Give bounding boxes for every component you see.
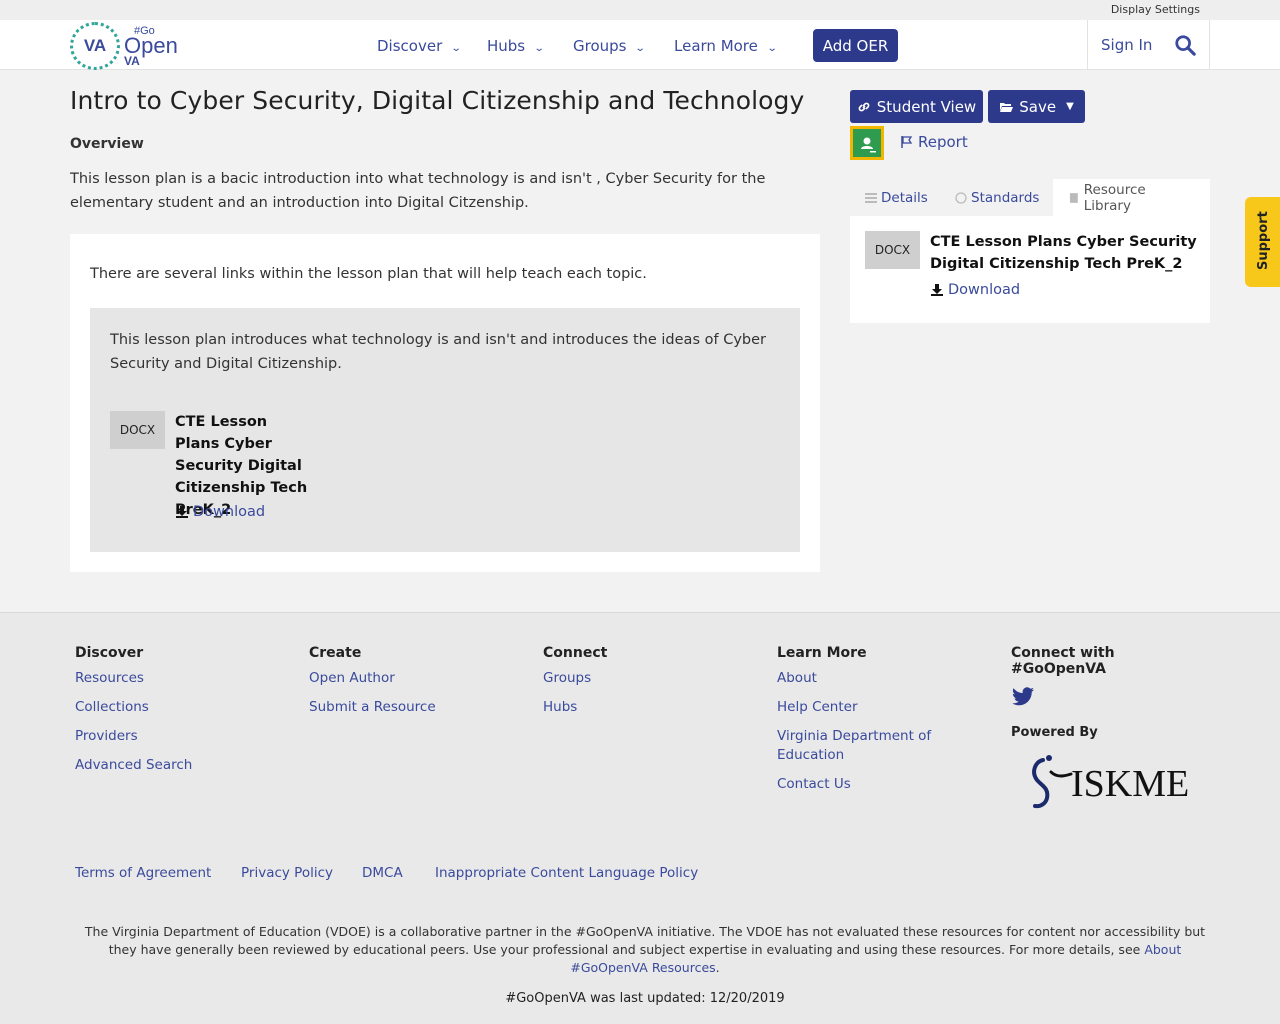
tab-resource-library-label: Resource Library (1083, 181, 1146, 214)
account-area: Sign In (1087, 20, 1210, 70)
footer-heading: Connect (543, 645, 608, 661)
footer-col-connect: Connect Groups Hubs (543, 645, 607, 727)
footer-heading: Create (309, 645, 362, 661)
footer-link-collections[interactable]: Collections (75, 698, 192, 717)
chevron-down-icon: ⌄ (533, 43, 545, 54)
vdoe-disclaimer: The Virginia Department of Education (VD… (80, 923, 1210, 977)
resource-box: This lesson plan introduces what technol… (90, 308, 800, 552)
student-view-label: Student View (876, 97, 977, 116)
footer-link-groups[interactable]: Groups (543, 669, 607, 688)
footer-link-vdoe[interactable]: Virginia Department of Education (777, 727, 947, 765)
nav-discover-label: Discover (377, 37, 443, 55)
logo-wordmark: #Go Open VA (124, 26, 178, 68)
footer-col-learn-more: Learn More About Help Center Virginia De… (777, 645, 947, 804)
list-icon (865, 192, 877, 203)
file-type-badge: DOCX (110, 411, 165, 449)
content-policy-link[interactable]: Inappropriate Content Language Policy (435, 865, 698, 881)
search-icon[interactable] (1174, 34, 1196, 56)
chevron-down-icon: ⌄ (450, 43, 462, 54)
sign-in-link[interactable]: Sign In (1101, 36, 1152, 54)
file-title[interactable]: CTE Lesson Plans Cyber Security Digital … (930, 231, 1200, 275)
lesson-content-card: There are several links within the lesso… (70, 234, 820, 572)
chevron-down-icon: ⌄ (635, 43, 647, 54)
footer-col-social: Connect with #GoOpenVA Powered By ISKME (1011, 645, 1211, 816)
footer-link-providers[interactable]: Providers (75, 727, 192, 746)
iskme-logo[interactable]: ISKME (1025, 752, 1197, 812)
download-link[interactable]: Download (175, 504, 265, 520)
dmca-link[interactable]: DMCA (362, 865, 403, 881)
support-label: Support (1256, 211, 1271, 270)
link-icon (858, 102, 870, 111)
nav-hubs[interactable]: Hubs ⌄ (487, 37, 545, 55)
book-icon (1069, 192, 1078, 203)
nav-groups-label: Groups (573, 37, 627, 55)
tab-details-label: Details (881, 189, 928, 206)
tab-standards[interactable]: Standards (955, 179, 1039, 216)
page-title: Intro to Cyber Security, Digital Citizen… (70, 86, 805, 115)
footer-heading: Discover (75, 645, 144, 661)
report-link[interactable]: Report (900, 133, 968, 151)
nav-discover[interactable]: Discover ⌄ (377, 37, 462, 55)
footer-col-discover: Discover Resources Collections Providers… (75, 645, 192, 785)
footer-link-advanced-search[interactable]: Advanced Search (75, 756, 192, 775)
site-footer: Discover Resources Collections Providers… (0, 612, 1280, 1024)
footer-col-create: Create Open Author Submit a Resource (309, 645, 436, 727)
site-header: VA #Go Open VA Discover ⌄ Hubs ⌄ Groups ⌄ L… (0, 20, 1280, 70)
terms-link[interactable]: Terms of Agreement (75, 865, 211, 881)
support-tab[interactable]: Support (1245, 197, 1280, 287)
top-strip: Display Settings (0, 0, 1280, 20)
folder-open-icon (1000, 102, 1014, 112)
footer-link-open-author[interactable]: Open Author (309, 669, 436, 688)
add-oer-button[interactable]: Add OER (813, 29, 898, 62)
footer-link-resources[interactable]: Resources (75, 669, 192, 688)
download-label: Download (948, 282, 1021, 298)
footer-link-hubs[interactable]: Hubs (543, 698, 607, 717)
footer-link-submit-resource[interactable]: Submit a Resource (309, 698, 436, 717)
nav-learn-more-label: Learn More (674, 37, 758, 55)
file-type-badge: DOCX (865, 231, 920, 269)
caret-down-icon: ▼ (1066, 101, 1074, 112)
tab-resource-library[interactable]: Resource Library (1053, 179, 1210, 216)
save-label: Save (1019, 97, 1057, 116)
resource-description: This lesson plan introduces what technol… (110, 332, 766, 372)
nav-hubs-label: Hubs (487, 37, 526, 55)
download-icon (176, 506, 188, 518)
save-button[interactable]: Save ▼ (988, 90, 1085, 123)
download-link[interactable]: Download (930, 282, 1020, 298)
overview-text: This lesson plan is a bacic introduction… (70, 171, 766, 211)
nav-learn-more[interactable]: Learn More ⌄ (674, 37, 778, 55)
logo-va-badge: VA (70, 22, 120, 70)
overview-label: Overview (70, 136, 144, 152)
resource-tabs: Details Standards Resource Library (850, 179, 1210, 216)
svg-text:ISKME: ISKME (1071, 763, 1189, 805)
tab-standards-label: Standards (971, 189, 1040, 206)
footer-heading: Connect with #GoOpenVA (1011, 645, 1115, 677)
last-updated: #GoOpenVA was last updated: 12/20/2019 (505, 991, 785, 1006)
footer-link-contact-us[interactable]: Contact Us (777, 775, 947, 794)
download-label: Download (193, 504, 266, 520)
twitter-icon[interactable] (1011, 687, 1035, 707)
disclaimer-end: . (715, 960, 720, 975)
privacy-link[interactable]: Privacy Policy (241, 865, 333, 881)
report-label: Report (918, 133, 968, 151)
footer-link-about[interactable]: About (777, 669, 947, 688)
links-note: There are several links within the lesso… (90, 266, 647, 282)
chevron-down-icon: ⌄ (766, 43, 778, 54)
circle-icon (955, 191, 967, 204)
disclaimer-text: The Virginia Department of Education (VD… (84, 924, 1206, 957)
tab-details[interactable]: Details (865, 179, 928, 216)
google-classroom-icon[interactable] (850, 126, 884, 160)
footer-heading: Learn More (777, 645, 867, 661)
powered-by-label: Powered By (1011, 725, 1098, 740)
display-settings-link[interactable]: Display Settings (1111, 3, 1200, 16)
student-view-button[interactable]: Student View (850, 90, 983, 123)
footer-link-help-center[interactable]: Help Center (777, 698, 947, 717)
download-icon (931, 284, 943, 296)
resource-library-panel: DOCX CTE Lesson Plans Cyber Security Dig… (850, 216, 1210, 323)
goopenva-logo[interactable]: VA #Go Open VA (70, 22, 180, 70)
nav-groups[interactable]: Groups ⌄ (573, 37, 647, 55)
flag-icon (901, 136, 913, 148)
